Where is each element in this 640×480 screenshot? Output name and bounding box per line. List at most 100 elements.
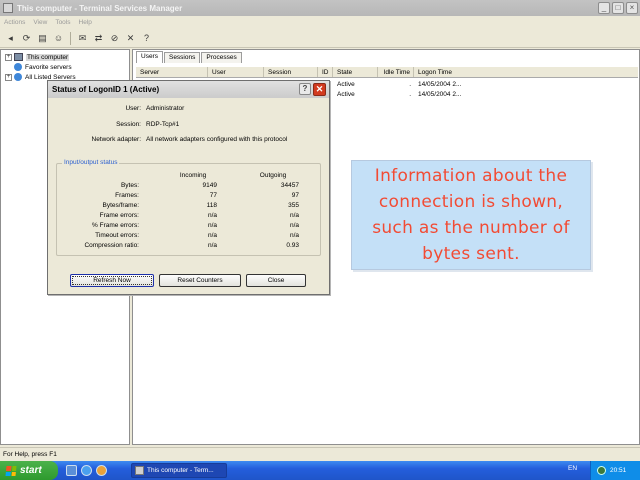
internet-explorer-icon[interactable] xyxy=(81,465,92,476)
stat-incoming: 118 xyxy=(206,202,217,209)
dialog-titlebar: Status of LogonID 1 (Active) ? ✕ xyxy=(48,81,329,98)
toolbar-separator xyxy=(70,31,71,45)
group-title: Input/output status xyxy=(62,159,120,166)
tab-strip: Users Sessions Processes xyxy=(136,51,243,63)
menu-tools[interactable]: Tools xyxy=(55,19,70,26)
cell-idle-time: . xyxy=(409,81,411,88)
adapter-row: Network adapter: xyxy=(48,136,142,146)
stat-row-frame-errors: Frame errors: n/a n/a xyxy=(57,211,322,221)
stat-label: Bytes: xyxy=(120,182,139,189)
stat-outgoing: 0.93 xyxy=(286,242,299,249)
connect-icon[interactable]: ⇄ xyxy=(92,32,105,45)
outgoing-header: Outgoing xyxy=(259,172,287,179)
server-icon[interactable]: ▤ xyxy=(36,32,49,45)
computer-icon xyxy=(14,53,23,61)
stat-outgoing: 34457 xyxy=(280,182,299,189)
tree-item-favorite-servers[interactable]: Favorite servers xyxy=(1,62,129,72)
close-button[interactable]: Close xyxy=(246,274,306,287)
start-label: start xyxy=(20,465,42,476)
column-id[interactable]: ID xyxy=(318,67,333,77)
dialog-title: Status of LogonID 1 (Active) xyxy=(52,85,160,94)
menu-view[interactable]: View xyxy=(33,19,47,26)
taskbar-task-button[interactable]: This computer - Term... xyxy=(131,463,227,478)
globe-icon xyxy=(14,73,22,81)
expand-icon[interactable]: + xyxy=(5,73,12,81)
column-idle-time[interactable]: Idle Time xyxy=(378,67,414,77)
stat-row-bytes: Bytes: 9149 34457 xyxy=(57,181,322,191)
close-window-button[interactable]: × xyxy=(626,2,638,14)
stat-row-timeout-errors: Timeout errors: n/a n/a xyxy=(57,231,322,241)
system-tray: 20:51 xyxy=(590,461,640,480)
stat-outgoing: 355 xyxy=(288,202,299,209)
stats-header-spacer xyxy=(57,171,139,181)
help-icon[interactable]: ? xyxy=(140,32,153,45)
session-label: Session: xyxy=(116,121,141,128)
users-icon[interactable]: ☺ xyxy=(52,32,65,45)
user-row: User: xyxy=(48,105,141,115)
window-title: This computer - Terminal Services Manage… xyxy=(17,3,183,13)
stat-incoming: n/a xyxy=(207,222,217,229)
window-titlebar: This computer - Terminal Services Manage… xyxy=(0,0,640,16)
stat-label: Timeout errors: xyxy=(95,232,139,239)
column-server[interactable]: Server xyxy=(136,67,208,77)
tree-item-this-computer[interactable]: + This computer xyxy=(1,52,129,62)
start-button[interactable]: start xyxy=(0,461,58,480)
stat-incoming: n/a xyxy=(207,242,217,249)
task-label: This computer - Term... xyxy=(147,467,214,474)
stat-outgoing: n/a xyxy=(289,212,299,219)
stats-header: Incoming Outgoing xyxy=(57,171,322,181)
column-logon-time[interactable]: Logon Time xyxy=(414,67,638,77)
menu-actions[interactable]: Actions xyxy=(4,19,25,26)
io-stats-table: Incoming Outgoing Bytes: 9149 34457 Fram… xyxy=(57,171,322,251)
media-player-icon[interactable] xyxy=(96,465,107,476)
expand-icon[interactable]: + xyxy=(5,53,12,61)
stat-outgoing: n/a xyxy=(289,222,299,229)
status-dialog: Status of LogonID 1 (Active) ? ✕ User: A… xyxy=(47,80,330,295)
maximize-button[interactable]: □ xyxy=(612,2,624,14)
stat-outgoing: n/a xyxy=(289,232,299,239)
close-icon[interactable]: ✕ xyxy=(124,32,137,45)
menu-help[interactable]: Help xyxy=(79,19,92,26)
tab-sessions[interactable]: Sessions xyxy=(163,52,201,63)
reset-counters-button[interactable]: Reset Counters xyxy=(159,274,241,287)
stat-row-percent-frame-errors: % Frame errors: n/a n/a xyxy=(57,221,322,231)
clock[interactable]: 20:51 xyxy=(610,467,626,474)
network-icon[interactable] xyxy=(597,466,606,475)
column-user[interactable]: User xyxy=(208,67,264,77)
show-desktop-icon[interactable] xyxy=(66,465,77,476)
dialog-close-icon[interactable]: ✕ xyxy=(313,83,326,96)
help-icon[interactable]: ? xyxy=(299,83,311,95)
quick-launch xyxy=(66,465,107,476)
adapter-label: Network adapter: xyxy=(91,136,142,143)
stat-label: Frames: xyxy=(115,192,139,199)
cell-logon-time: 14/05/2004 2... xyxy=(418,91,462,98)
windows-logo-icon xyxy=(5,465,17,476)
language-indicator[interactable]: EN xyxy=(568,465,577,472)
tree-item-label: This computer xyxy=(26,53,70,61)
user-label: User: xyxy=(125,105,141,112)
session-row: Session: xyxy=(48,121,141,131)
send-message-icon[interactable]: ✉ xyxy=(76,32,89,45)
minimize-button[interactable]: _ xyxy=(598,2,610,14)
back-icon[interactable]: ◂ xyxy=(4,32,17,45)
stat-label: % Frame errors: xyxy=(92,222,139,229)
tab-processes[interactable]: Processes xyxy=(201,52,242,63)
taskbar: start This computer - Term... xyxy=(0,461,640,480)
column-state[interactable]: State xyxy=(333,67,378,77)
list-header: Server User Session ID State Idle Time L… xyxy=(136,67,638,78)
stat-label: Compression ratio: xyxy=(84,242,139,249)
disconnect-icon[interactable]: ⊘ xyxy=(108,32,121,45)
globe-icon xyxy=(14,63,22,71)
stat-row-frames: Frames: 77 97 xyxy=(57,191,322,201)
refresh-icon[interactable]: ⟳ xyxy=(20,32,33,45)
stat-row-compression-ratio: Compression ratio: n/a 0.93 xyxy=(57,241,322,251)
session-value: RDP-Tcp#1 xyxy=(146,121,180,128)
refresh-now-button[interactable]: Refresh Now xyxy=(70,274,154,287)
menu-bar: Actions View Tools Help xyxy=(0,16,640,28)
stat-label: Frame errors: xyxy=(99,212,139,219)
stat-outgoing: 97 xyxy=(291,192,299,199)
tab-users[interactable]: Users xyxy=(136,51,163,63)
app-icon xyxy=(135,466,144,475)
tree-item-label: Favorite servers xyxy=(25,63,72,71)
column-session[interactable]: Session xyxy=(264,67,318,77)
